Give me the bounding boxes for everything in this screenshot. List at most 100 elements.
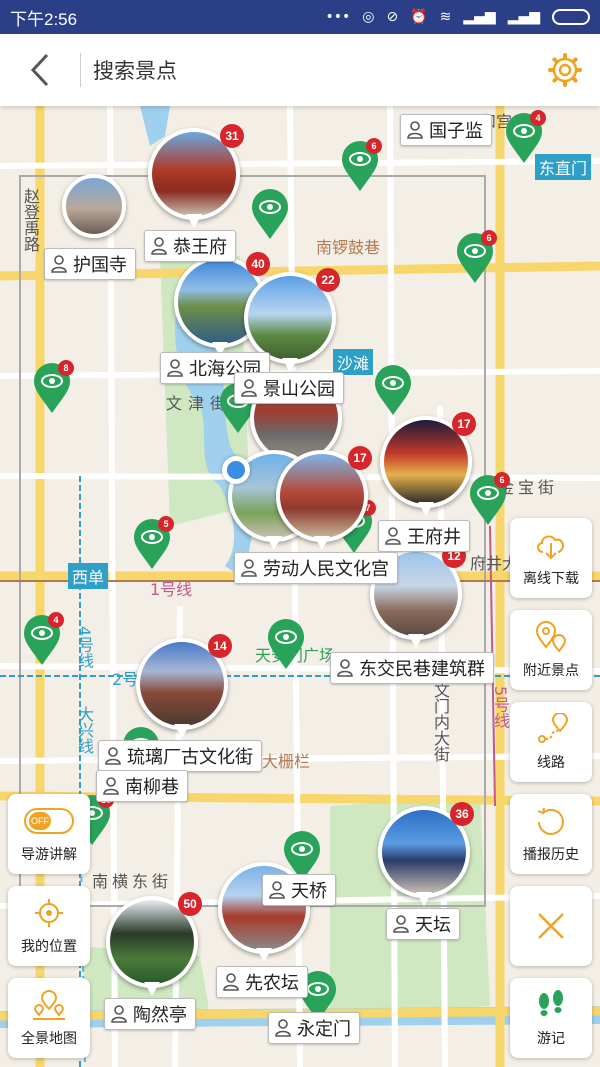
spot-label-xiannongtan[interactable]: 先农坛 — [216, 966, 308, 998]
spot-label-guozijian[interactable]: 国子监 — [400, 114, 492, 146]
my-location-button[interactable]: 我的位置 — [8, 886, 90, 966]
spot-photo-pin-tiantan[interactable]: 36 — [378, 802, 474, 910]
person-icon — [167, 359, 183, 377]
spot-label-dongjiaominxiang[interactable]: 东交民巷建筑群 — [330, 652, 494, 684]
spot-label-nanliuxiang[interactable]: 南柳巷 — [96, 770, 188, 802]
person-icon — [103, 777, 119, 795]
spot-pin[interactable]: 4 — [22, 612, 64, 666]
spot-label-wangfujing[interactable]: 王府井 — [378, 520, 470, 552]
person-icon — [51, 255, 67, 273]
spot-pin[interactable]: 4 — [504, 110, 546, 164]
spot-count-badge: 31 — [220, 124, 244, 148]
back-button[interactable] — [0, 34, 80, 106]
spot-count-badge: 22 — [316, 268, 340, 292]
map-label-dashilan: 大栅栏 — [262, 752, 311, 771]
spot-photo-pin-wangfujing[interactable]: 17 — [380, 412, 476, 520]
spot-label-taoranting[interactable]: 陶然亭 — [104, 998, 196, 1030]
nearby-spots-button[interactable]: 附近景点 — [510, 610, 592, 690]
spot-count-badge: 17 — [348, 446, 372, 470]
map-label-line5: 5号线 — [491, 686, 510, 729]
spot-pin[interactable]: 6 — [468, 472, 510, 526]
spot-pin[interactable]: 6 — [340, 138, 382, 192]
route-icon — [538, 713, 568, 743]
pin-count-badge: 6 — [481, 230, 497, 246]
map-label-nanhengdongjie: 南横东街 — [92, 872, 173, 891]
toggle-off-icon: OFF — [24, 808, 74, 834]
person-icon — [337, 659, 353, 677]
dnd-icon: ⊘ — [386, 9, 399, 25]
map-label-line1: 1号线 — [150, 580, 193, 599]
cell-signal-icon: ▂▄▆ — [463, 9, 496, 25]
spot-pin[interactable]: 5 — [132, 516, 174, 570]
spot-pin[interactable]: 6 — [455, 230, 497, 284]
spot-label-tiantan[interactable]: 天坛 — [386, 908, 460, 940]
header-bar: 搜索景点 — [0, 34, 600, 106]
travel-notes-button[interactable]: 游记 — [510, 978, 592, 1058]
person-icon — [223, 973, 239, 991]
chevron-left-icon — [30, 53, 49, 87]
spot-photo-pin-laodong[interactable]: 17 — [276, 446, 372, 554]
audio-guide-toggle-button[interactable]: OFF 导游讲解 — [8, 794, 90, 874]
spot-label-yongdingmen[interactable]: 永定门 — [268, 1012, 360, 1044]
map-label-xidan: 西单 — [68, 563, 109, 589]
spot-pin[interactable] — [373, 364, 413, 416]
search-spots-input[interactable]: 搜索景点 — [93, 55, 177, 85]
person-icon — [385, 527, 401, 545]
spot-label-huguosi[interactable]: 护国寺 — [44, 248, 136, 280]
cloud-download-icon — [537, 535, 565, 560]
person-icon — [241, 559, 257, 577]
settings-button[interactable] — [530, 34, 600, 106]
person-icon — [111, 1005, 127, 1023]
map-label-zhaodenglu: 赵登禹路 — [21, 188, 40, 252]
broadcast-history-button[interactable]: 播报历史 — [510, 794, 592, 874]
footprints-icon — [539, 990, 563, 1016]
spot-count-badge: 50 — [178, 892, 202, 916]
pin-count-badge: 4 — [48, 612, 64, 628]
spot-photo-pin-huguosi[interactable] — [62, 174, 128, 248]
battery-icon — [552, 9, 590, 25]
offline-download-button[interactable]: 离线下载 — [510, 518, 592, 598]
pin-count-badge: 4 — [530, 110, 546, 126]
spot-label-jingshan[interactable]: 景山公园 — [234, 372, 344, 404]
close-button[interactable] — [510, 886, 592, 966]
cell-signal-icon: ▂▄▆ — [507, 9, 540, 25]
person-icon — [151, 237, 167, 255]
person-icon — [407, 121, 423, 139]
status-time: 下午2:56 — [10, 9, 78, 29]
spot-photo-pin-liulichang[interactable]: 14 — [136, 634, 232, 742]
pin-count-badge: 6 — [366, 138, 382, 154]
spot-count-badge: 36 — [450, 802, 474, 826]
spot-count-badge: 17 — [452, 412, 476, 436]
nearby-pin-icon — [535, 621, 567, 653]
route-button[interactable]: 线路 — [510, 702, 592, 782]
history-icon — [537, 807, 564, 835]
spot-pin[interactable] — [266, 618, 306, 670]
wifi-icon: ≋ — [439, 9, 452, 25]
map-pins-icon — [33, 990, 65, 1020]
pin-count-badge: 6 — [494, 472, 510, 488]
map-label-line4: 4号线 — [75, 626, 94, 669]
map-label-nanluoguxiang: 南锣鼓巷 — [316, 238, 381, 257]
person-icon — [393, 915, 409, 933]
map-view[interactable]: 东直门 南锣鼓巷 沙滩 西单 金宝街 文津街 1号线 2号线 4号线 5号线 大… — [0, 106, 600, 1067]
spot-count-badge: 14 — [208, 634, 232, 658]
person-icon — [105, 747, 121, 765]
spot-photo-pin-taoranting[interactable]: 50 — [106, 892, 202, 1000]
status-bar: 下午2:56 ••• ◎ ⊘ ⏰ ≋ ▂▄▆ ▂▄▆ — [0, 0, 600, 34]
spot-label-liulichang[interactable]: 琉璃厂古文化街 — [98, 740, 262, 772]
spot-pin[interactable]: 8 — [32, 360, 74, 414]
person-icon — [275, 1019, 291, 1037]
map-label-daxing: 大兴线 — [75, 706, 94, 754]
location-icon: ◎ — [362, 9, 375, 25]
spot-pin[interactable] — [250, 188, 290, 240]
spot-label-laodong[interactable]: 劳动人民文化宫 — [234, 552, 398, 584]
crosshair-icon — [35, 899, 63, 927]
spot-label-gongwangfu[interactable]: 恭王府 — [144, 230, 236, 262]
close-icon — [538, 913, 564, 939]
person-icon — [241, 379, 257, 397]
panorama-map-button[interactable]: 全景地图 — [8, 978, 90, 1058]
gear-icon — [548, 53, 582, 87]
spot-label-tianqiao[interactable]: 天桥 — [262, 874, 336, 906]
pin-count-badge: 8 — [58, 360, 74, 376]
spot-photo-pin-gongwangfu[interactable]: 31 — [148, 124, 244, 232]
